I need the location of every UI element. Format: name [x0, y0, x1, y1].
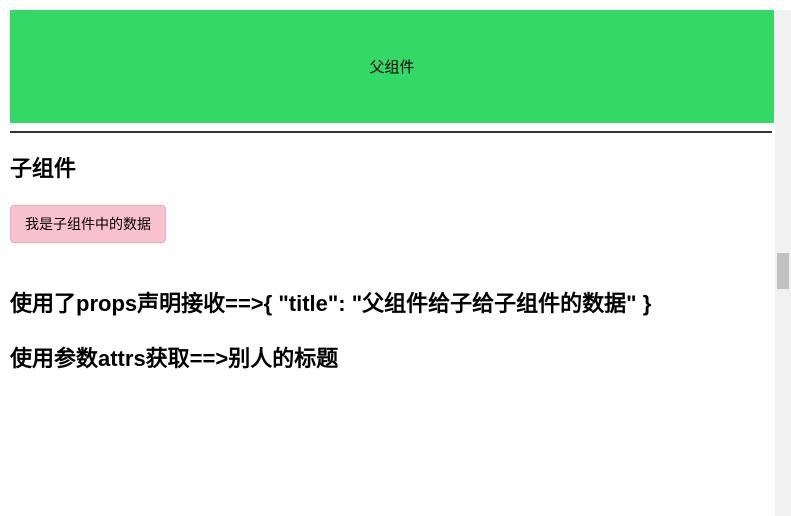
child-data-button[interactable]: 我是子组件中的数据 — [10, 205, 166, 243]
parent-component-header: 父组件 — [10, 10, 774, 123]
scrollbar-thumb[interactable] — [777, 253, 789, 289]
child-component-section: 子组件 我是子组件中的数据 使用了props声明接收==>{ "title": … — [0, 151, 775, 375]
scrollbar-down-button[interactable] — [775, 500, 791, 516]
child-title: 子组件 — [10, 151, 765, 183]
scrollbar-track[interactable] — [775, 10, 791, 516]
props-output-text: 使用了props声明接收==>{ "title": "父组件给子给子组件的数据"… — [10, 287, 765, 320]
content-area: 父组件 子组件 我是子组件中的数据 使用了props声明接收==>{ "titl… — [0, 10, 775, 375]
attrs-output-text: 使用参数attrs获取==>别人的标题 — [10, 342, 765, 375]
parent-label: 父组件 — [369, 56, 414, 77]
scrollbar-up-button[interactable] — [775, 10, 791, 26]
section-divider — [10, 131, 772, 133]
